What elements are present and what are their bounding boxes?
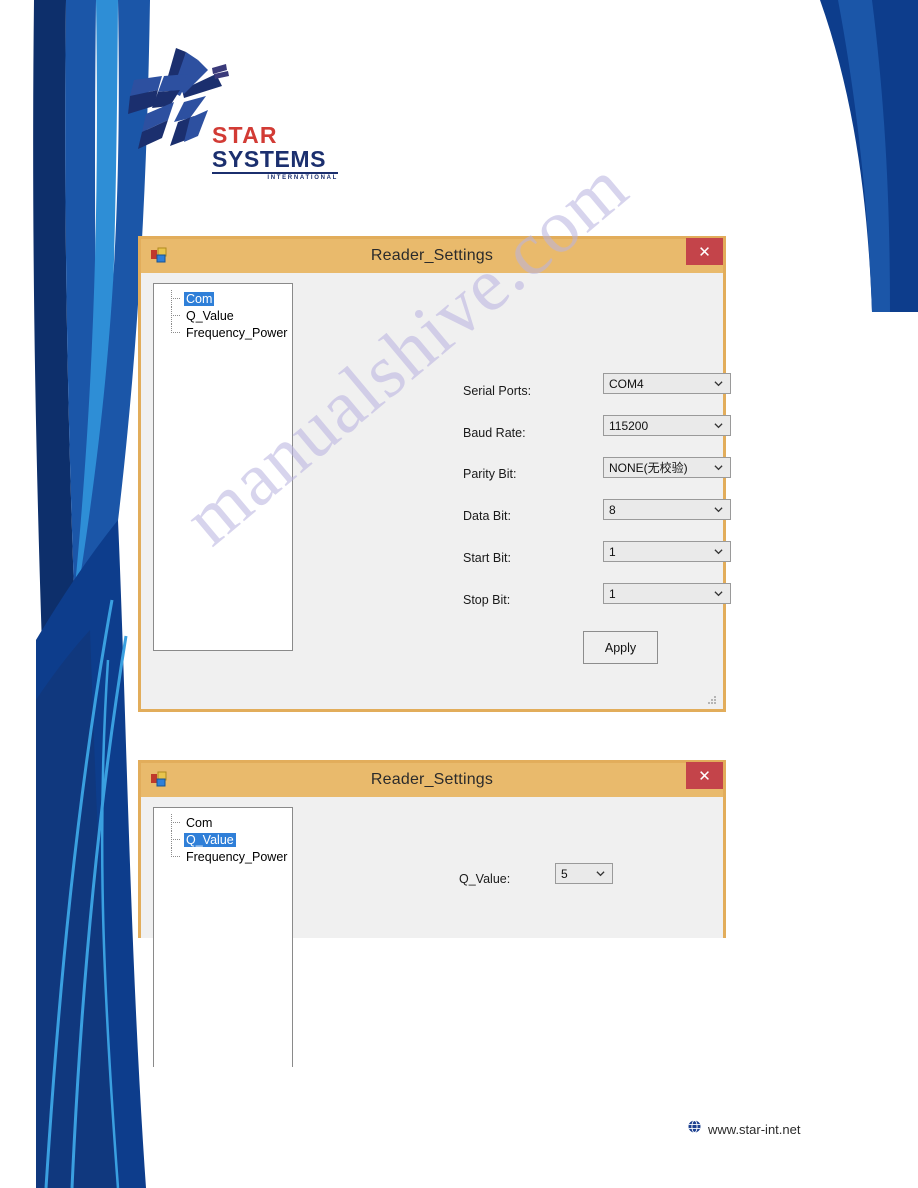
settings-tree[interactable]: Com Q_Value Frequency_Power: [153, 807, 293, 1067]
window-body: Com Q_Value Frequency_Power Q_Value: 5: [141, 797, 723, 1067]
tree-item-com[interactable]: Com: [168, 814, 292, 831]
chevron-down-icon: [596, 870, 605, 876]
close-icon[interactable]: ✕: [686, 762, 723, 789]
data-bit-value: 8: [609, 502, 616, 517]
logo-divider: [212, 172, 338, 174]
tree-item-frequency-power[interactable]: Frequency_Power: [168, 324, 292, 341]
globe-icon: [688, 1120, 701, 1138]
window-title: Reader_Settings: [370, 247, 494, 264]
logo-international-text: INTERNATIONAL: [267, 174, 338, 181]
reader-settings-window-qvalue[interactable]: Reader_Settings ✕ Com Q_Value Frequency_…: [138, 760, 726, 1067]
data-bit-label: Data Bit:: [463, 509, 511, 523]
tree-item-label: Frequency_Power: [186, 849, 288, 864]
deco-left-curve-3: [100, 659, 120, 1188]
tree-connector-icon: [168, 814, 184, 831]
serial-ports-value: COM4: [609, 376, 644, 391]
parity-bit-value: NONE(无校验): [609, 461, 688, 475]
deco-left-bottom-panel: [36, 520, 146, 1188]
application-icon: [151, 247, 168, 264]
company-logo: STAR SYSTEMS INTERNATIONAL: [128, 46, 343, 181]
start-bit-value: 1: [609, 544, 616, 559]
tree-connector-icon: [168, 848, 184, 865]
deco-left-lightblue-stripe: [56, 0, 118, 900]
tree-item-label: Com: [184, 291, 215, 306]
reader-settings-window-com[interactable]: Reader_Settings ✕ Com Q_Value Frequency_…: [138, 236, 731, 712]
parity-bit-label-row: Parity Bit:: [463, 467, 517, 481]
chevron-down-icon: [714, 590, 723, 596]
deco-left-bottom-panel-dark: [36, 630, 116, 1188]
window-title: Reader_Settings: [370, 771, 494, 788]
deco-left-blue-stripe: [65, 0, 126, 1188]
apply-button[interactable]: Apply: [583, 631, 658, 664]
tree-item-q-value[interactable]: Q_Value: [168, 307, 292, 324]
stop-bit-select[interactable]: 1: [603, 583, 731, 604]
q-value-select[interactable]: 5: [555, 863, 613, 884]
qvalue-settings-form: Q_Value: 5: [293, 797, 723, 938]
tree-connector-icon: [168, 831, 184, 848]
data-bit-select[interactable]: 8: [603, 499, 731, 520]
start-bit-label: Start Bit:: [463, 551, 511, 565]
tree-item-label: Frequency_Power: [186, 325, 288, 340]
com-settings-form: Serial Ports: COM4 Baud Rate: 115200 Par…: [293, 273, 731, 709]
deco-right-blue-wedge: [838, 0, 890, 312]
deco-left-navy-stripe: [33, 0, 104, 1188]
window-body: Com Q_Value Frequency_Power Serial Ports…: [141, 273, 731, 709]
tree-item-com[interactable]: Com: [168, 290, 292, 307]
tree-item-q-value[interactable]: Q_Value: [168, 831, 292, 848]
tree-connector-icon: [168, 290, 184, 307]
stop-bit-label-row: Stop Bit:: [463, 593, 510, 607]
baud-rate-value: 115200: [609, 418, 649, 433]
start-bit-label-row: Start Bit:: [463, 551, 511, 565]
tree-item-label: Q_Value: [186, 308, 234, 323]
resize-grip-icon[interactable]: [706, 693, 718, 705]
stop-bit-value: 1: [609, 586, 616, 601]
tree-connector-icon: [168, 307, 184, 324]
logo-systems-text: SYSTEMS: [212, 146, 327, 172]
deco-left-curve-1: [44, 599, 114, 1188]
q-value-label-row: Q_Value:: [459, 872, 510, 886]
chevron-down-icon: [714, 380, 723, 386]
serial-ports-label: Serial Ports:: [463, 384, 532, 398]
chevron-down-icon: [714, 548, 723, 554]
application-icon: [151, 771, 168, 788]
close-icon[interactable]: ✕: [686, 238, 723, 265]
settings-tree[interactable]: Com Q_Value Frequency_Power: [153, 283, 293, 651]
baud-rate-label: Baud Rate:: [463, 426, 526, 440]
page-footer: www.star-int.net: [688, 1120, 800, 1138]
tree-item-label: Com: [186, 815, 213, 830]
chevron-down-icon: [714, 506, 723, 512]
tree-item-frequency-power[interactable]: Frequency_Power: [168, 848, 292, 865]
deco-left-curve-2: [70, 635, 128, 1188]
logo-star-text: STAR: [212, 122, 278, 148]
baud-rate-label-row: Baud Rate:: [463, 426, 526, 440]
stop-bit-label: Stop Bit:: [463, 593, 511, 607]
q-value-label: Q_Value:: [459, 872, 511, 886]
serial-ports-label-row: Serial Ports:: [463, 384, 531, 398]
window-titlebar[interactable]: Reader_Settings ✕: [141, 238, 723, 273]
baud-rate-select[interactable]: 115200: [603, 415, 731, 436]
deco-right-navy-wedge: [820, 0, 918, 312]
data-bit-label-row: Data Bit:: [463, 509, 511, 523]
chevron-down-icon: [714, 422, 723, 428]
tree-connector-icon: [168, 324, 184, 341]
window-titlebar[interactable]: Reader_Settings ✕: [141, 762, 723, 797]
chevron-down-icon: [714, 464, 723, 470]
parity-bit-label: Parity Bit:: [463, 467, 517, 481]
footer-url: www.star-int.net: [708, 1121, 801, 1137]
tree-item-label: Q_Value: [184, 832, 236, 847]
q-value-value: 5: [561, 866, 568, 881]
serial-ports-select[interactable]: COM4: [603, 373, 731, 394]
start-bit-select[interactable]: 1: [603, 541, 731, 562]
parity-bit-select[interactable]: NONE(无校验): [603, 457, 731, 478]
